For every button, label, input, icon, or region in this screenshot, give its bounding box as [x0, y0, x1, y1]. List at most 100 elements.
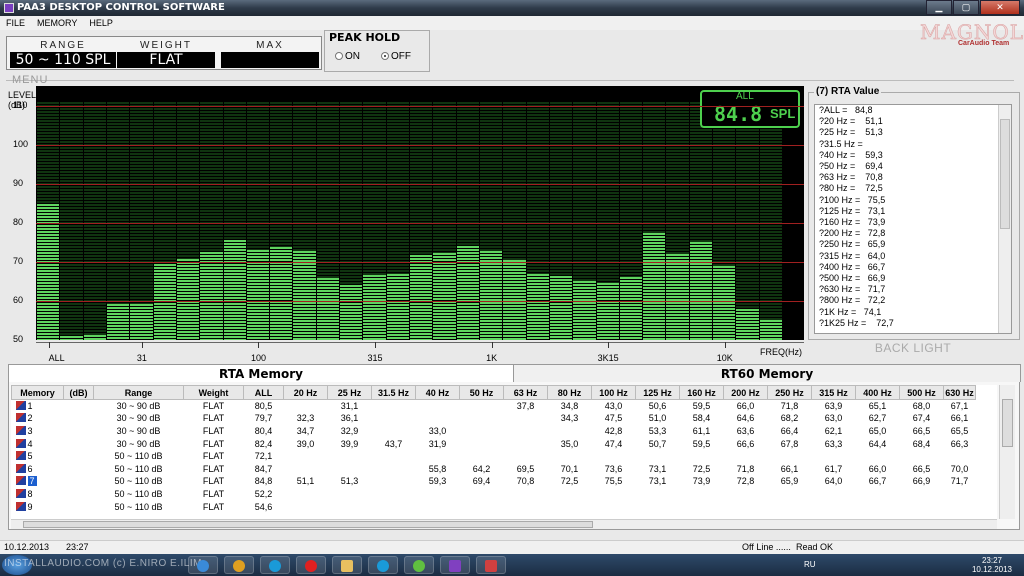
table-cell[interactable]: [548, 425, 592, 438]
table-cell[interactable]: 59,5: [680, 400, 724, 413]
table-cell[interactable]: [372, 425, 416, 438]
table-cell[interactable]: [328, 462, 372, 475]
table-cell[interactable]: [504, 488, 548, 501]
table-header[interactable]: 200 Hz: [723, 385, 768, 400]
table-cell[interactable]: 69,5: [504, 462, 548, 475]
table-cell[interactable]: [812, 500, 856, 513]
table-cell[interactable]: 61,7: [812, 462, 856, 475]
table-cell[interactable]: [592, 450, 636, 463]
table-cell[interactable]: 64,0: [812, 475, 856, 488]
table-cell[interactable]: 58,4: [680, 412, 724, 425]
memory-slot-cell[interactable]: 4: [12, 437, 64, 450]
table-cell[interactable]: 32,9: [328, 425, 372, 438]
memory-table-vscroll-thumb[interactable]: [1002, 399, 1013, 447]
table-cell[interactable]: [64, 500, 94, 513]
rta-value-row[interactable]: ?160 Hz = 73,9: [815, 217, 1011, 228]
table-cell[interactable]: 65,0: [856, 425, 900, 438]
table-cell[interactable]: [944, 450, 976, 463]
table-cell[interactable]: [504, 412, 548, 425]
table-cell[interactable]: 51,1: [284, 475, 328, 488]
table-cell[interactable]: 69,4: [460, 475, 504, 488]
menu-memory[interactable]: MEMORY: [37, 16, 77, 30]
table-cell[interactable]: 63,9: [812, 400, 856, 413]
table-cell[interactable]: 55,8: [416, 462, 460, 475]
table-cell[interactable]: 66,3: [944, 437, 976, 450]
rta-value-row[interactable]: ?ALL = 84,8: [815, 105, 1011, 116]
rta-value-row[interactable]: ?25 Hz = 51,3: [815, 127, 1011, 138]
peak-hold-on-option[interactable]: ON: [335, 51, 360, 62]
table-cell[interactable]: [372, 462, 416, 475]
table-cell[interactable]: FLAT: [184, 400, 244, 413]
table-header[interactable]: 100 Hz: [591, 385, 636, 400]
table-cell[interactable]: FLAT: [184, 437, 244, 450]
tab-rt60-memory[interactable]: RT60 Memory: [513, 364, 1021, 382]
rta-value-row[interactable]: ?800 Hz = 72,2: [815, 295, 1011, 306]
table-cell[interactable]: 63,6: [724, 425, 768, 438]
memory-slot-cell[interactable]: 2: [12, 412, 64, 425]
table-row[interactable]: 9 50 ~ 110 dB FLAT 54,6: [12, 500, 976, 513]
table-cell[interactable]: 75,5: [592, 475, 636, 488]
table-row[interactable]: 2 30 ~ 90 dB FLAT 79,7 32,3 36,1 34,3 47,5 51,0 5…: [12, 412, 976, 425]
taskbar-chrome-icon[interactable]: [224, 556, 254, 574]
rta-value-row[interactable]: ?40 Hz = 59,3: [815, 150, 1011, 161]
table-cell[interactable]: [548, 488, 592, 501]
table-cell[interactable]: 70,1: [548, 462, 592, 475]
table-cell[interactable]: 34,3: [548, 412, 592, 425]
table-cell[interactable]: 64,6: [724, 412, 768, 425]
rta-value-row[interactable]: ?1K25 Hz = 72,7: [815, 318, 1011, 329]
table-cell[interactable]: 67,8: [768, 437, 812, 450]
table-cell[interactable]: 51,0: [636, 412, 680, 425]
table-row[interactable]: 8 50 ~ 110 dB FLAT 52,2: [12, 488, 976, 501]
table-cell[interactable]: [460, 450, 504, 463]
language-indicator[interactable]: RU: [804, 560, 816, 569]
table-header[interactable]: 80 Hz: [547, 385, 592, 400]
table-cell[interactable]: 43,0: [592, 400, 636, 413]
table-cell[interactable]: 66,5: [900, 462, 944, 475]
table-cell[interactable]: [64, 425, 94, 438]
table-cell[interactable]: 79,7: [244, 412, 284, 425]
table-cell[interactable]: [64, 462, 94, 475]
table-cell[interactable]: 72,8: [724, 475, 768, 488]
rta-value-row[interactable]: ?200 Hz = 72,8: [815, 228, 1011, 239]
rta-value-list[interactable]: ?ALL = 84,8 ?20 Hz = 51,1 ?25 Hz = 51,3 ?31…: [814, 104, 1012, 334]
table-row[interactable]: 6 50 ~ 110 dB FLAT 84,7 55,8 64,2 69,5 70,1 73,6…: [12, 462, 976, 475]
table-cell[interactable]: 80,5: [244, 400, 284, 413]
table-cell[interactable]: 70,8: [504, 475, 548, 488]
table-cell[interactable]: [900, 450, 944, 463]
table-cell[interactable]: 47,4: [592, 437, 636, 450]
max-value[interactable]: [221, 52, 319, 68]
tray-clock[interactable]: 23:27 10.12.2013: [972, 556, 1012, 574]
table-cell[interactable]: [856, 450, 900, 463]
table-cell[interactable]: 39,9: [328, 437, 372, 450]
table-cell[interactable]: 66,1: [768, 462, 812, 475]
table-cell[interactable]: [856, 500, 900, 513]
table-cell[interactable]: 82,4: [244, 437, 284, 450]
table-cell[interactable]: 66,0: [724, 400, 768, 413]
table-cell[interactable]: [64, 437, 94, 450]
table-header[interactable]: ALL: [243, 385, 284, 400]
table-cell[interactable]: 66,7: [856, 475, 900, 488]
table-cell[interactable]: 31,1: [328, 400, 372, 413]
table-cell[interactable]: [460, 425, 504, 438]
table-cell[interactable]: [328, 500, 372, 513]
table-header[interactable]: 500 Hz: [899, 385, 944, 400]
table-cell[interactable]: [372, 412, 416, 425]
rta-value-row[interactable]: ?20 Hz = 51,1: [815, 116, 1011, 127]
table-cell[interactable]: [592, 488, 636, 501]
table-cell[interactable]: [328, 488, 372, 501]
table-cell[interactable]: 61,1: [680, 425, 724, 438]
table-cell[interactable]: 62,7: [856, 412, 900, 425]
table-cell[interactable]: [724, 500, 768, 513]
table-cell[interactable]: 50 ~ 110 dB: [94, 475, 184, 488]
table-cell[interactable]: 33,0: [416, 425, 460, 438]
table-cell[interactable]: 30 ~ 90 dB: [94, 400, 184, 413]
table-header[interactable]: 20 Hz: [283, 385, 328, 400]
table-cell[interactable]: 63,0: [812, 412, 856, 425]
memory-slot-cell[interactable]: 3: [12, 425, 64, 438]
table-row[interactable]: 5 50 ~ 110 dB FLAT 72,1: [12, 450, 976, 463]
table-header[interactable]: 25 Hz: [327, 385, 372, 400]
table-cell[interactable]: 73,1: [636, 462, 680, 475]
table-cell[interactable]: [548, 450, 592, 463]
memory-slot-cell[interactable]: 8: [12, 488, 64, 501]
table-cell[interactable]: [548, 500, 592, 513]
